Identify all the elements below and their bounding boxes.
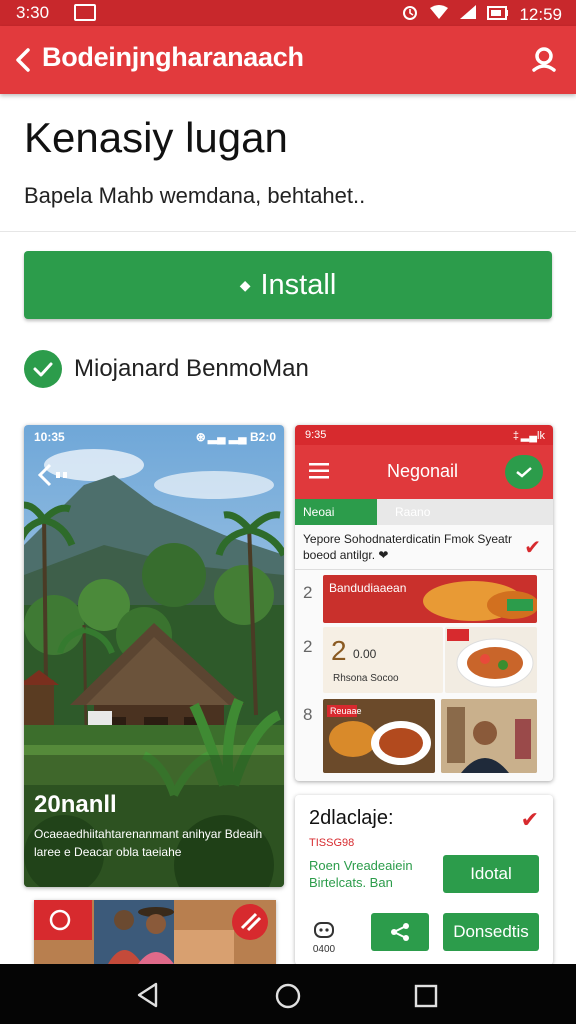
screenshot3-second-label: Donsedtis [453, 922, 529, 941]
location-icon[interactable] [528, 44, 560, 76]
person-photo [441, 699, 537, 773]
status-right: 12:59 [401, 3, 562, 26]
screenshot-food-app[interactable]: 9:35 ‡ ▂▄lk Negonail Neoai Raano Yepore … [295, 425, 553, 781]
circle-home-icon[interactable] [275, 983, 301, 1014]
check-fab-icon [505, 455, 543, 489]
app-subtitle: Bapela Mahb wemdana, behtahet.. [24, 183, 366, 208]
robot-icon-caption: 0400 [312, 944, 336, 955]
screenshot3-subtitle: TISSG98 [309, 837, 355, 849]
price-big: 2 [331, 635, 347, 666]
food-card: Bandudiaaean [323, 575, 537, 623]
platter-label: Reuaae [330, 706, 362, 716]
screenshot2-tab-inactive: Raano [395, 505, 431, 519]
triangle-back-icon[interactable] [136, 982, 160, 1013]
screenshot2-tabs: Neoai Raano [295, 499, 553, 525]
screenshot3-install-button: Idotal [443, 855, 539, 893]
status-time: 3:30 [16, 3, 50, 22]
screenshot2-status-bar: 9:35 ‡ ▂▄lk [295, 425, 553, 445]
row-number: 2 [303, 583, 313, 602]
developer-name: Miojanard BenmoMan [74, 355, 309, 382]
screenshot3-second-button: Donsedtis [443, 913, 539, 951]
screenshot1-caption-text: Ocaeaedhiitahtarenanmant anihyar Bdeaih … [34, 827, 263, 859]
screenshot-people[interactable] [34, 900, 276, 964]
screenshot-detail-card[interactable]: 2dlaclaje: ✔ TISSG98 Roen Vreadeaiein Bi… [295, 795, 553, 965]
menu-icon [309, 463, 329, 479]
person-illustration [441, 699, 537, 773]
install-dot-icon: ◆ [239, 276, 251, 293]
screenshot2-app-bar: Negonail [295, 445, 553, 499]
share-icon [371, 913, 429, 951]
app-name: Kenasiy lugan [24, 114, 288, 161]
notification-icon [74, 4, 96, 21]
screenshot3-title: 2dlaclaje: [309, 807, 394, 829]
screenshot1-status-right: ⊛ ▂▄ ▂▄ B2:0 [195, 430, 276, 444]
screenshot3-description: Roen Vreadeaiein Birtelcats. Ban [309, 858, 413, 890]
screenshot3-check-icon: ✔ [520, 807, 539, 832]
screenshot2-status-time: 9:35 [305, 429, 327, 441]
developer-row[interactable]: Miojanard BenmoMan [24, 350, 309, 388]
divider [0, 231, 576, 232]
platter-photo: Reuaae [323, 699, 435, 773]
screenshot1-caption-title: 20nanll [34, 791, 117, 818]
battery-icon [487, 5, 509, 25]
screenshot1-status-bar: 10:35 ⊛ ▂▄ ▂▄ B2:0 [24, 425, 284, 447]
dish-illustration [447, 629, 534, 688]
price-small: 0.00 [353, 647, 377, 661]
screenshot2-tab-active: Neoai [295, 499, 377, 525]
food-photo [423, 581, 537, 621]
status-right-time: 12:59 [519, 4, 562, 24]
screenshot2-description: Yepore Sohodnaterdicatin Fmok Syeatr boe… [303, 532, 513, 562]
square-recents-icon[interactable] [414, 984, 438, 1013]
screenshot2-title: Negonail [387, 461, 459, 481]
price-card: 2 0.00 Rhsona Socoo [323, 627, 443, 693]
wifi-icon [429, 4, 449, 25]
row-number: 2 [303, 637, 313, 656]
price-tag: Rhsona Socoo [333, 673, 399, 684]
signal-icon [459, 4, 477, 25]
alarm-icon [401, 3, 419, 26]
row-number: 8 [303, 705, 313, 724]
people-illustration [34, 900, 276, 964]
screenshot3-install-label: Idotal [470, 864, 512, 883]
install-button-label: Install [260, 268, 337, 301]
dish-photo [445, 627, 537, 693]
status-bar: 3:30 12:59 [0, 0, 576, 26]
app-bar: Bodeinjngharanaach [0, 26, 576, 94]
screenshot1-caption: 20nanll Ocaeaedhiitahtarenanmant anihyar… [34, 791, 269, 861]
screenshot-landscape[interactable]: 10:35 ⊛ ▂▄ ▂▄ B2:0 20nanll Ocaeaedhiitah… [24, 425, 284, 887]
chevron-left-icon[interactable] [14, 46, 38, 74]
robot-icon: 0400 [309, 919, 339, 955]
screenshot2-status-right: ‡ ▂▄lk [512, 430, 545, 442]
screenshot2-check-icon: ✔ [524, 537, 541, 559]
screenshot1-status-time: 10:35 [34, 430, 65, 444]
app-bar-title: Bodeinjngharanaach [42, 42, 304, 72]
navigation-bar [0, 964, 576, 1024]
verified-check-icon [24, 350, 62, 388]
screenshot2-divider [295, 569, 553, 570]
install-button[interactable]: ◆ Install [24, 251, 552, 319]
